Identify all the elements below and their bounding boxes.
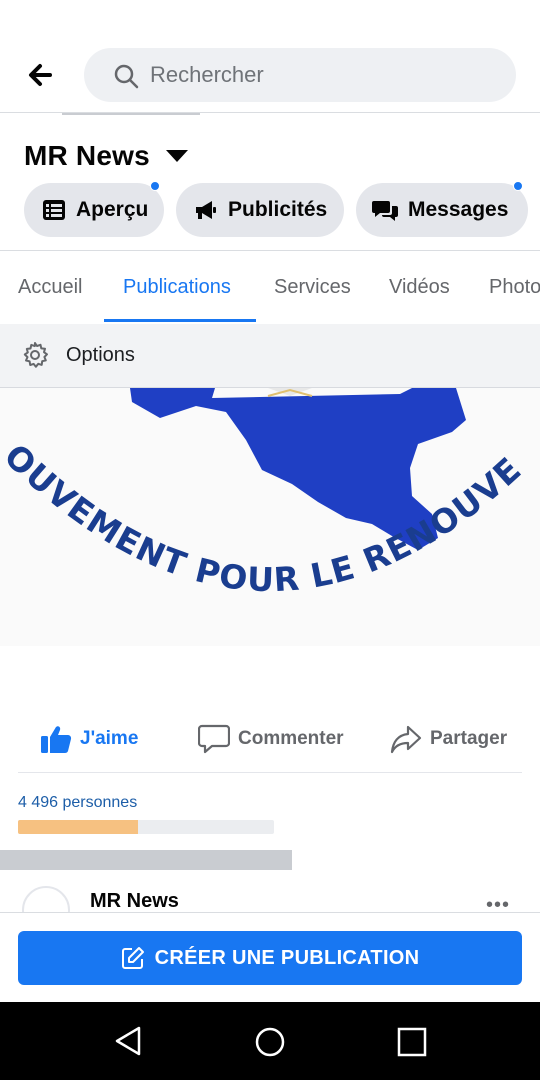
create-post-bar: CRÉER UNE PUBLICATION — [0, 912, 540, 1002]
create-post-button[interactable]: CRÉER UNE PUBLICATION — [18, 931, 522, 985]
publicites-label: Publicités — [228, 198, 328, 221]
party-logo-image: MOUVEMENT POUR LE RENOUVEAU — [0, 388, 528, 599]
comment-icon — [198, 724, 230, 754]
search-icon — [114, 64, 139, 89]
tab-accueil[interactable]: Accueil — [18, 276, 82, 299]
more-options-icon[interactable]: ••• — [486, 894, 510, 912]
like-button[interactable]: J'aime — [40, 724, 138, 754]
nav-back-icon[interactable] — [114, 1026, 142, 1056]
options-bar[interactable]: Options — [0, 324, 540, 388]
tab-services[interactable]: Services — [274, 276, 351, 299]
apercu-label: Aperçu — [76, 198, 149, 221]
page-switcher[interactable]: MR News — [24, 138, 188, 174]
share-button[interactable]: Partager — [390, 724, 507, 754]
create-post-label: CRÉER UNE PUBLICATION — [154, 946, 420, 969]
megaphone-icon — [196, 201, 216, 219]
android-nav-bar — [0, 1002, 540, 1080]
messages-label: Messages — [408, 198, 509, 221]
messages-button[interactable]: Messages — [356, 181, 528, 237]
edit-icon — [121, 947, 144, 969]
post-actions: J'aime Commenter Partager — [0, 712, 540, 768]
section-divider — [0, 250, 540, 251]
active-tab-indicator — [104, 319, 256, 322]
nav-recents-icon[interactable] — [396, 1026, 428, 1058]
search-bar[interactable] — [84, 48, 516, 102]
reach-label[interactable]: 4 496 personnes — [18, 794, 137, 812]
header-divider-highlight — [62, 113, 200, 115]
top-bar — [0, 40, 540, 110]
search-input[interactable] — [150, 60, 490, 90]
post-image-bottom — [0, 646, 540, 706]
post-image[interactable]: MOUVEMENT POUR LE RENOUVEAU — [0, 388, 540, 646]
tab-publications[interactable]: Publications — [123, 276, 231, 299]
reach-progress-bar — [18, 820, 274, 834]
back-arrow-icon — [29, 64, 52, 86]
list-icon — [43, 200, 65, 220]
avatar[interactable] — [22, 886, 70, 912]
feed-separator-blank — [292, 850, 540, 870]
chat-bubbles-icon — [372, 201, 398, 221]
page-tabs: Accueil Publications Services Vidéos Pho… — [0, 252, 540, 324]
apercu-button[interactable]: Aperçu — [24, 181, 164, 237]
notification-dot — [513, 181, 523, 191]
comment-button[interactable]: Commenter — [198, 724, 344, 754]
page-title: MR News — [24, 140, 150, 171]
comment-label: Commenter — [238, 728, 344, 749]
share-label: Partager — [430, 728, 508, 749]
thumbs-up-icon — [41, 726, 72, 753]
caret-down-icon — [165, 150, 188, 162]
notification-dot — [150, 181, 160, 191]
gear-icon — [23, 342, 48, 368]
options-label: Options — [66, 344, 135, 366]
back-button[interactable] — [24, 58, 60, 92]
share-arrow-icon — [390, 725, 422, 754]
tab-photos[interactable]: Photo — [489, 276, 540, 299]
next-post-author[interactable]: MR News — [90, 890, 179, 912]
publicites-button[interactable]: Publicités — [176, 183, 344, 237]
nav-home-icon[interactable] — [254, 1026, 286, 1058]
next-post-header: MR News ••• — [0, 870, 540, 912]
actions-divider — [18, 772, 522, 773]
reach-progress-fill — [18, 820, 139, 834]
like-label: J'aime — [80, 728, 139, 749]
tab-videos[interactable]: Vidéos — [389, 276, 450, 299]
